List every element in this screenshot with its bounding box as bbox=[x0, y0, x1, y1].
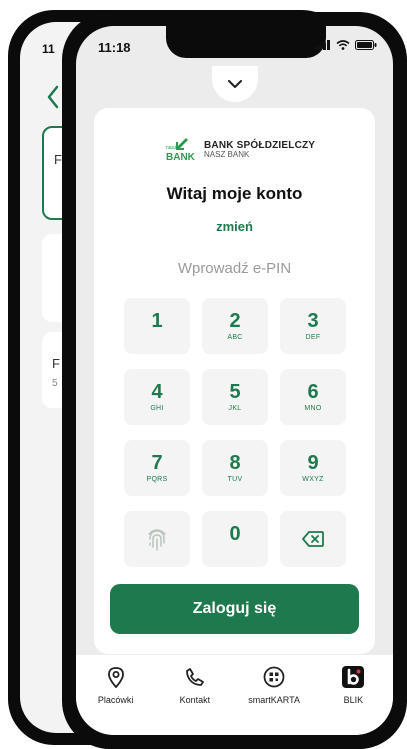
tab-label: BLIK bbox=[343, 695, 364, 705]
tab-label: Placówki bbox=[97, 695, 134, 705]
key-letters: PQRS bbox=[146, 475, 168, 483]
logo-small-text: nasz bbox=[166, 145, 177, 151]
keypad-key-0[interactable]: 0 bbox=[202, 511, 268, 567]
background-card-sublabel: 5 bbox=[52, 378, 58, 389]
chevron-down-icon bbox=[228, 79, 242, 88]
fingerprint-icon bbox=[148, 529, 166, 551]
logo-big-text: BANK bbox=[166, 152, 196, 162]
key-digit: 9 bbox=[307, 451, 319, 474]
epin-field[interactable]: Wprowadź e-PIN bbox=[94, 260, 375, 277]
location-pin-icon bbox=[107, 667, 124, 688]
key-digit: 1 bbox=[151, 309, 163, 332]
fingerprint-button[interactable] bbox=[124, 511, 190, 567]
phone-screen: 11:18 nasz BANK BANK SPÓŁDZIELCZY NASZ B… bbox=[76, 26, 393, 735]
keypad-key-8[interactable]: 8 TUV bbox=[202, 440, 268, 496]
keypad-key-5[interactable]: 5 JKL bbox=[202, 369, 268, 425]
tab-blik[interactable]: BLIK bbox=[317, 665, 389, 705]
tab-placowki[interactable]: Placówki bbox=[80, 665, 152, 705]
key-digit: 5 bbox=[229, 380, 241, 403]
backspace-icon bbox=[302, 531, 324, 547]
key-digit: 3 bbox=[307, 309, 319, 332]
keypad-key-1[interactable]: 1 bbox=[124, 298, 190, 354]
phone-icon bbox=[185, 668, 204, 686]
key-digit: 4 bbox=[151, 380, 163, 403]
smart-card-icon bbox=[263, 666, 285, 688]
tab-kontakt[interactable]: Kontakt bbox=[159, 665, 231, 705]
keypad-key-6[interactable]: 6 MNO bbox=[280, 369, 346, 425]
tab-smartkarta[interactable]: smartKARTA bbox=[238, 665, 310, 705]
tab-label: Kontakt bbox=[179, 695, 211, 705]
backspace-button[interactable] bbox=[280, 511, 346, 567]
status-time: 11:18 bbox=[98, 40, 131, 55]
blik-icon bbox=[342, 666, 365, 688]
key-letters: GHI bbox=[150, 404, 164, 412]
key-digit: 6 bbox=[307, 380, 319, 403]
bank-logo-mark: nasz BANK bbox=[166, 138, 196, 162]
keypad-key-2[interactable]: 2 ABC bbox=[202, 298, 268, 354]
key-digit: 8 bbox=[229, 451, 241, 474]
key-digit: 0 bbox=[229, 522, 241, 545]
background-card-label: F bbox=[52, 356, 60, 371]
wifi-icon bbox=[336, 40, 350, 50]
key-letters: DEF bbox=[305, 333, 321, 341]
phone-frame: 11:18 nasz BANK BANK SPÓŁDZIELCZY NASZ B… bbox=[62, 12, 407, 749]
background-status-time: 11 bbox=[42, 42, 55, 56]
keypad-key-4[interactable]: 4 GHI bbox=[124, 369, 190, 425]
key-digit: 2 bbox=[229, 309, 241, 332]
keypad-key-3[interactable]: 3 DEF bbox=[280, 298, 346, 354]
change-account-link[interactable]: zmień bbox=[94, 219, 375, 234]
back-arrow-icon bbox=[47, 85, 59, 109]
status-icons bbox=[315, 40, 377, 50]
key-letters: MNO bbox=[304, 404, 322, 412]
login-card: nasz BANK BANK SPÓŁDZIELCZY NASZ BANK Wi… bbox=[94, 108, 375, 654]
keypad-key-9[interactable]: 9 WXYZ bbox=[280, 440, 346, 496]
login-button[interactable]: Zaloguj się bbox=[110, 584, 359, 634]
key-letters: JKL bbox=[228, 404, 242, 412]
signal-icon bbox=[315, 40, 330, 50]
bank-name: BANK SPÓŁDZIELCZY NASZ BANK bbox=[204, 140, 315, 160]
greeting-title: Witaj moje konto bbox=[166, 184, 303, 203]
background-card-label: F bbox=[54, 152, 62, 167]
keypad-key-7[interactable]: 7 PQRS bbox=[124, 440, 190, 496]
tab-label: smartKARTA bbox=[248, 695, 300, 705]
key-letters: ABC bbox=[227, 333, 243, 341]
key-letters: TUV bbox=[227, 475, 243, 483]
battery-icon bbox=[355, 40, 377, 50]
bottom-tab-bar: Placówki Kontakt smartKARTA BLIK bbox=[76, 655, 393, 735]
phone-notch bbox=[166, 26, 326, 58]
key-digit: 7 bbox=[151, 451, 163, 474]
key-letters: WXYZ bbox=[302, 475, 324, 483]
bank-name-line2: NASZ BANK bbox=[204, 150, 250, 160]
collapse-handle[interactable] bbox=[212, 66, 258, 102]
bank-logo: nasz BANK BANK SPÓŁDZIELCZY NASZ BANK bbox=[166, 138, 315, 162]
